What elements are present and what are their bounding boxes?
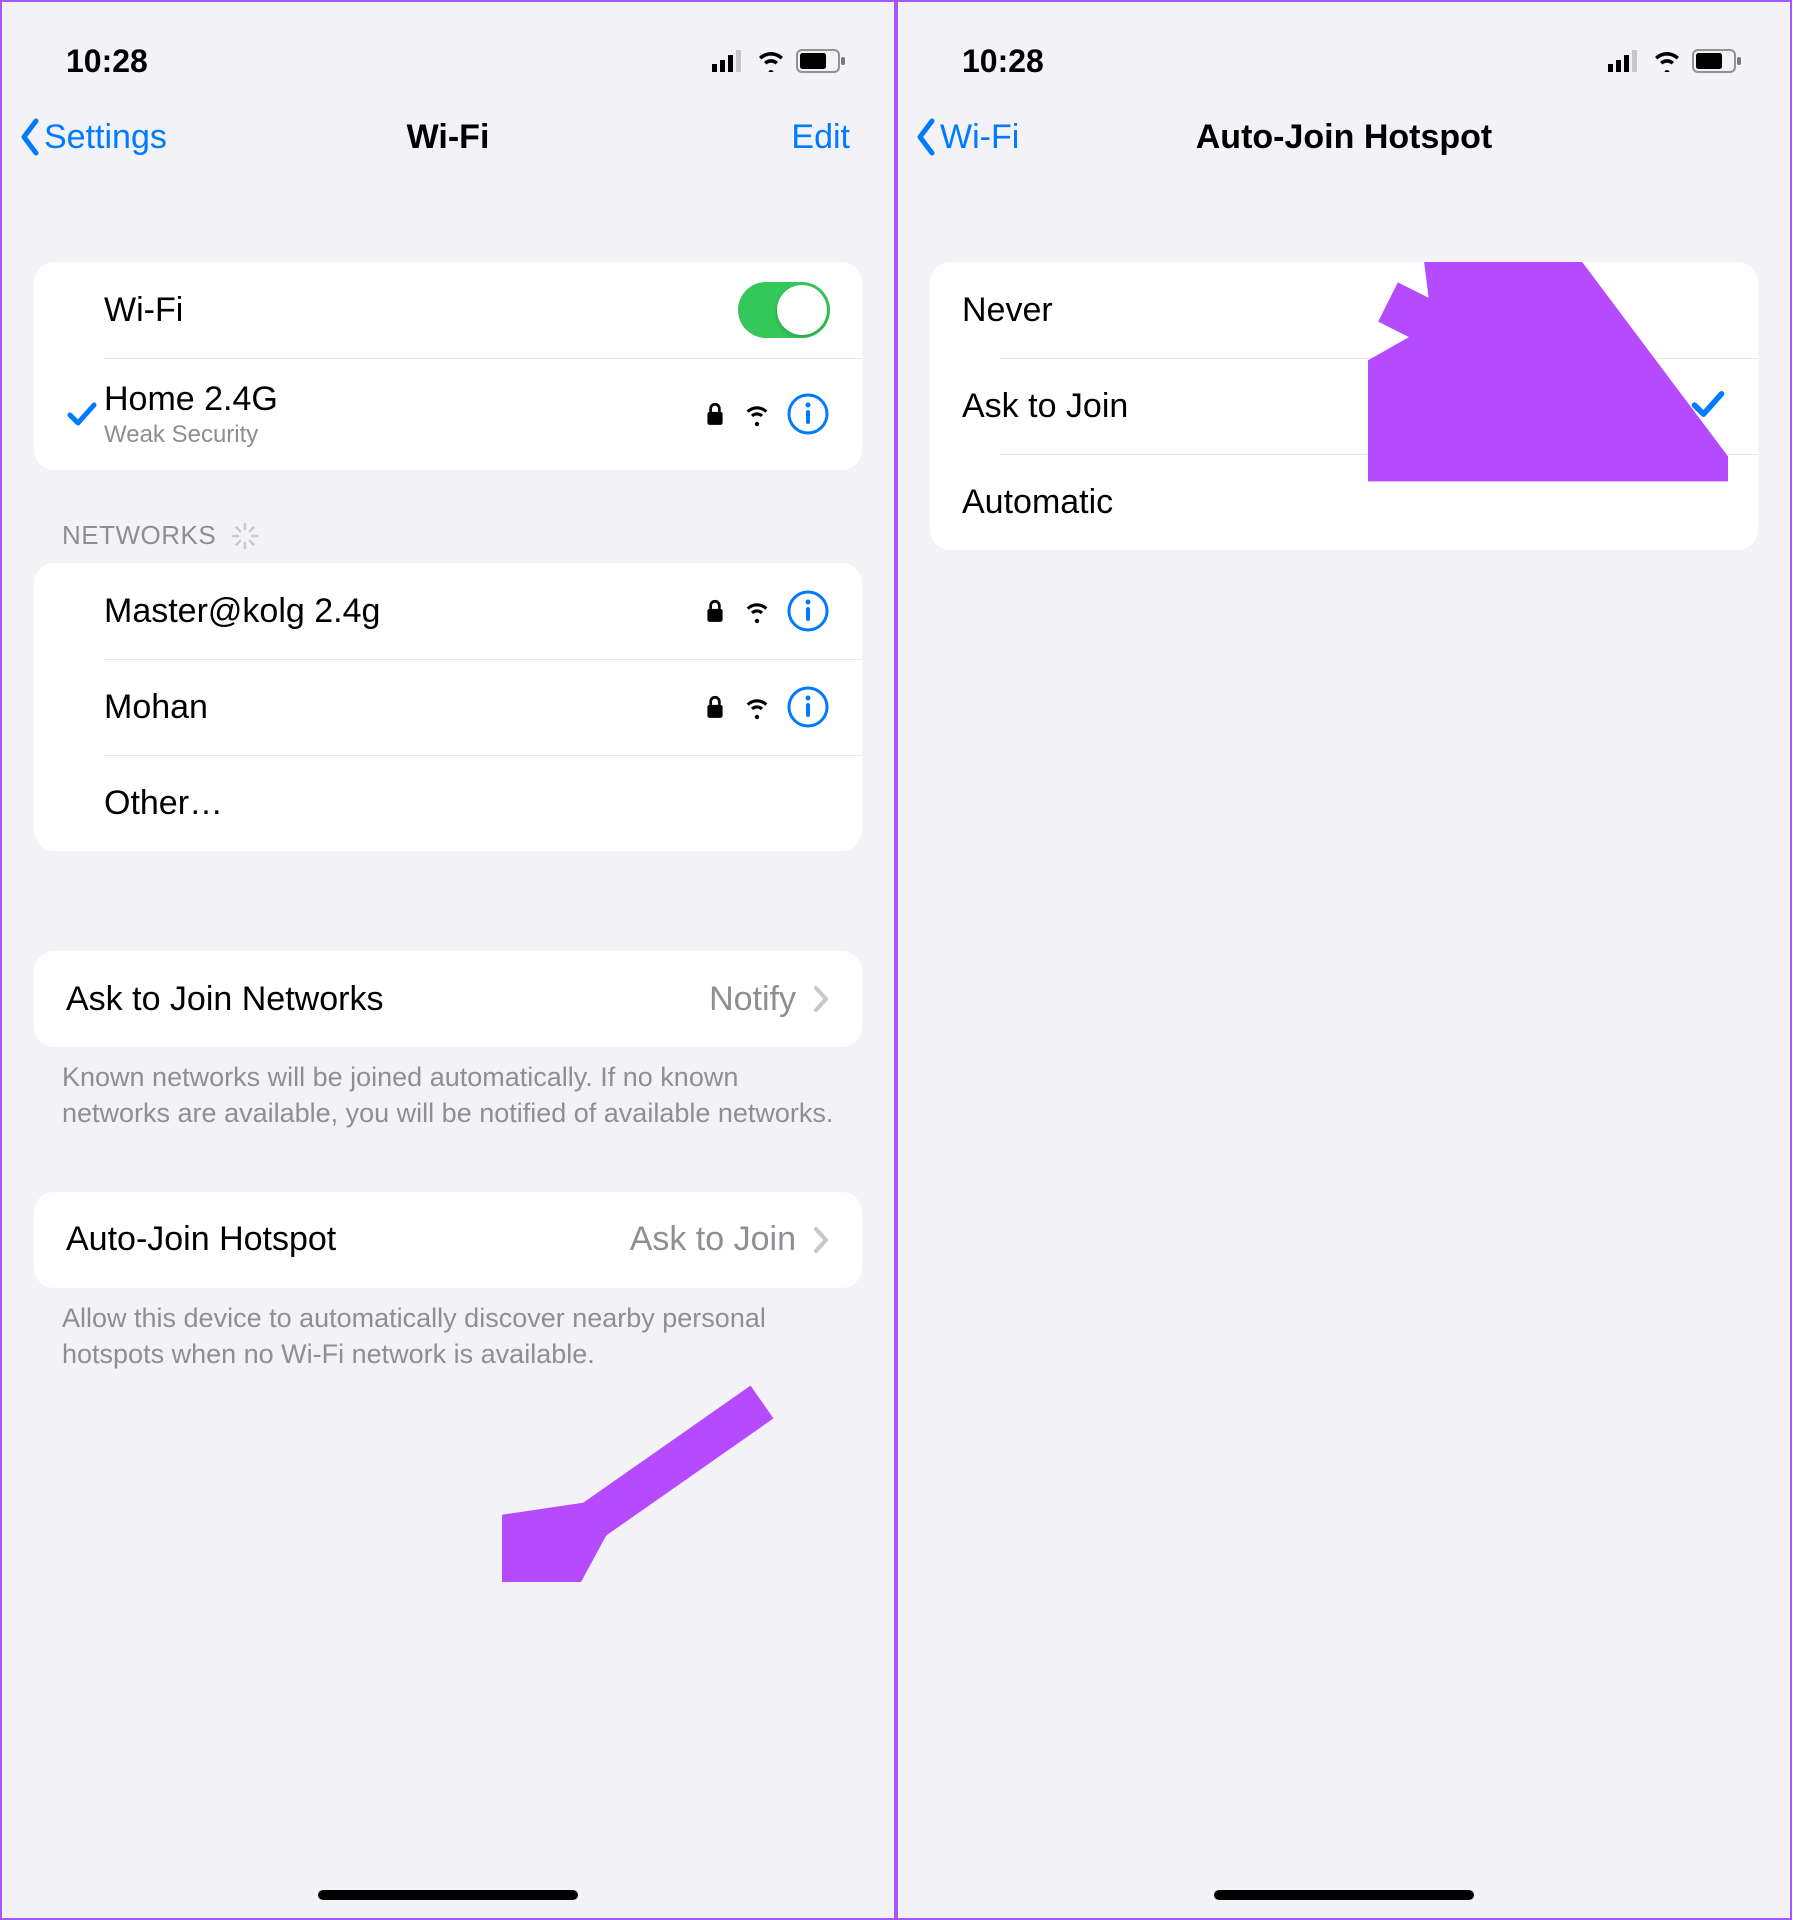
- chevron-left-icon: [16, 117, 44, 157]
- spinner-icon: [230, 521, 260, 551]
- ask-to-join-row[interactable]: Ask to Join Networks Notify: [34, 951, 862, 1047]
- auto-join-value: Ask to Join: [630, 1220, 796, 1259]
- auto-join-footer: Allow this device to automatically disco…: [2, 1288, 894, 1373]
- wifi-toggle-label: Wi-Fi: [104, 291, 738, 330]
- checkmark-icon: [66, 398, 98, 430]
- option-label: Ask to Join: [962, 387, 1690, 426]
- other-label: Other…: [104, 784, 830, 823]
- option-never[interactable]: Never: [930, 262, 1758, 358]
- ask-to-join-group: Ask to Join Networks Notify: [34, 951, 862, 1047]
- wifi-signal-icon: [744, 401, 770, 427]
- network-name: Master@kolg 2.4g: [104, 592, 702, 631]
- lock-icon: [702, 598, 728, 624]
- back-label: Wi-Fi: [940, 118, 1019, 157]
- network-name: Mohan: [104, 688, 702, 727]
- back-button[interactable]: Settings: [16, 117, 167, 157]
- info-icon[interactable]: [786, 589, 830, 633]
- back-button[interactable]: Wi-Fi: [912, 117, 1019, 157]
- back-label: Settings: [44, 118, 167, 157]
- other-network-row[interactable]: Other…: [34, 755, 862, 851]
- network-row[interactable]: Mohan: [34, 659, 862, 755]
- connected-network-subtitle: Weak Security: [104, 421, 702, 449]
- chevron-left-icon: [912, 117, 940, 157]
- checkmark-icon: [1690, 386, 1726, 422]
- connected-network-name: Home 2.4G: [104, 380, 702, 419]
- ask-to-join-footer: Known networks will be joined automatica…: [2, 1047, 894, 1132]
- wifi-toggle[interactable]: [738, 282, 830, 338]
- status-icons: [712, 49, 846, 73]
- cellular-icon: [1608, 50, 1642, 72]
- wifi-signal-icon: [744, 694, 770, 720]
- auto-join-row[interactable]: Auto-Join Hotspot Ask to Join: [34, 1192, 862, 1288]
- ask-to-join-label: Ask to Join Networks: [66, 980, 709, 1019]
- networks-header-label: NETWORKS: [62, 520, 216, 551]
- info-icon[interactable]: [786, 392, 830, 436]
- phone-left: 10:28 Settings Wi-Fi Edit Wi-Fi: [0, 0, 896, 1920]
- auto-join-group: Auto-Join Hotspot Ask to Join: [34, 1192, 862, 1288]
- home-indicator[interactable]: [1214, 1890, 1474, 1900]
- wifi-toggle-row[interactable]: Wi-Fi: [34, 262, 862, 358]
- annotation-arrow-icon: [502, 1382, 782, 1582]
- options-group: Never Ask to Join Automatic: [930, 262, 1758, 550]
- option-automatic[interactable]: Automatic: [930, 454, 1758, 550]
- wifi-signal-icon: [744, 598, 770, 624]
- lock-icon: [702, 401, 728, 427]
- status-bar: 10:28: [2, 2, 894, 92]
- network-row[interactable]: Master@kolg 2.4g: [34, 563, 862, 659]
- battery-icon: [796, 49, 846, 73]
- option-label: Never: [962, 291, 1726, 330]
- wifi-status-icon: [1652, 50, 1682, 72]
- ask-to-join-value: Notify: [709, 980, 796, 1019]
- networks-header: NETWORKS: [2, 470, 894, 563]
- option-ask-to-join[interactable]: Ask to Join: [930, 358, 1758, 454]
- status-time: 10:28: [962, 43, 1044, 80]
- status-time: 10:28: [66, 43, 148, 80]
- option-label: Automatic: [962, 483, 1726, 522]
- status-bar: 10:28: [898, 2, 1790, 92]
- phone-right: 10:28 Wi-Fi Auto-Join Hotspot Never Ask …: [896, 0, 1792, 1920]
- edit-button[interactable]: Edit: [791, 118, 862, 157]
- battery-icon: [1692, 49, 1742, 73]
- chevron-right-icon: [812, 984, 830, 1014]
- home-indicator[interactable]: [318, 1890, 578, 1900]
- nav-bar: Wi-Fi Auto-Join Hotspot: [898, 92, 1790, 202]
- info-icon[interactable]: [786, 685, 830, 729]
- cellular-icon: [712, 50, 746, 72]
- wifi-status-icon: [756, 50, 786, 72]
- wifi-group: Wi-Fi Home 2.4G Weak Security: [34, 262, 862, 470]
- lock-icon: [702, 694, 728, 720]
- chevron-right-icon: [812, 1225, 830, 1255]
- networks-group: Master@kolg 2.4g Mohan Other…: [34, 563, 862, 851]
- nav-title: Auto-Join Hotspot: [898, 118, 1790, 157]
- connected-network-row[interactable]: Home 2.4G Weak Security: [34, 358, 862, 470]
- nav-bar: Settings Wi-Fi Edit: [2, 92, 894, 202]
- status-icons: [1608, 49, 1742, 73]
- auto-join-label: Auto-Join Hotspot: [66, 1220, 630, 1259]
